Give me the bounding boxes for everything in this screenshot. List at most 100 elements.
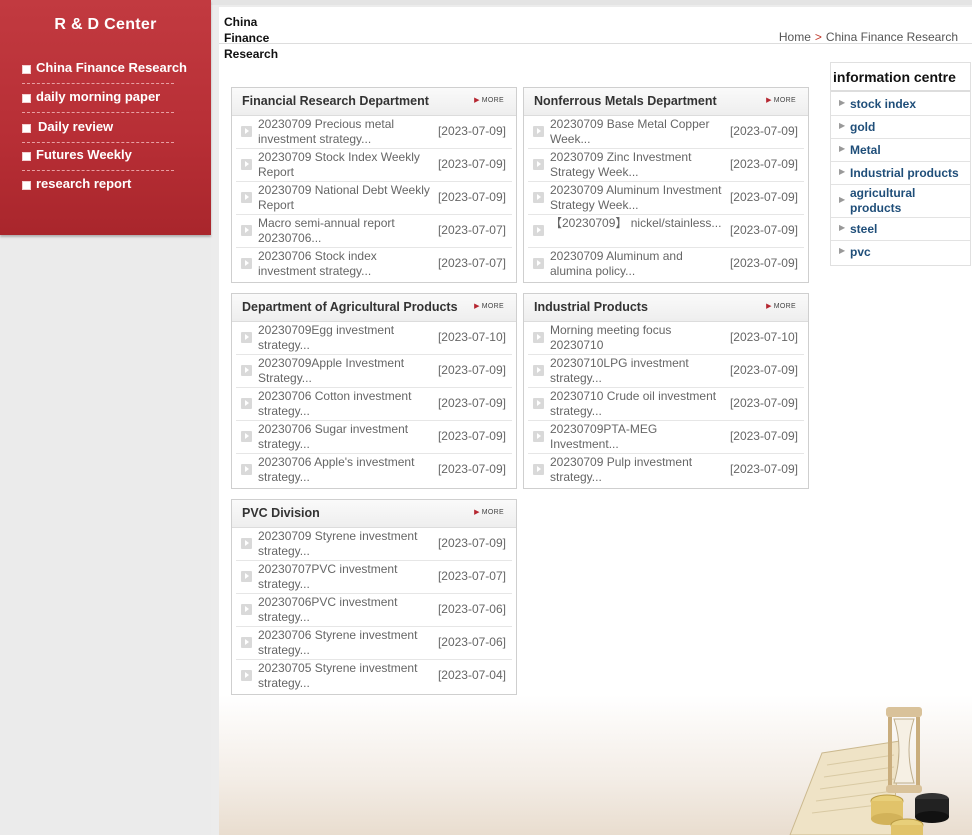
info-item-label: agricultural products — [850, 186, 916, 215]
item-title: 20230710LPG investment strategy... — [550, 356, 689, 385]
panel-title: PVC Division — [242, 506, 320, 520]
more-link[interactable]: ▶ MORE — [474, 96, 504, 104]
list-item[interactable]: 20230709 Aluminum and alumina policy... [… — [528, 248, 804, 280]
list-item[interactable]: 20230706PVC investment strategy... [2023-… — [236, 594, 512, 627]
sidebar-item-label: Futures Weekly — [36, 147, 132, 162]
more-link[interactable]: ▶ MORE — [474, 508, 504, 516]
info-centre-title: information centre — [833, 69, 956, 85]
item-date: [2023-07-07] — [437, 223, 506, 237]
list-item[interactable]: 20230707PVC investment strategy... [2023-… — [236, 561, 512, 594]
sidebar-item-china-finance-research[interactable]: China Finance Research — [22, 59, 187, 84]
item-title: 20230709 Aluminum Investment Strategy We… — [550, 183, 722, 212]
list-item[interactable]: 20230709 Base Metal Copper Week... [2023-… — [528, 116, 804, 149]
item-title: 20230709Egg investment strategy... — [258, 323, 395, 352]
more-link[interactable]: ▶ MORE — [474, 302, 504, 310]
list-item[interactable]: 20230709Egg investment strategy... [2023-… — [236, 322, 512, 355]
triangle-right-icon: ▶ — [474, 509, 480, 516]
sidebar-item-daily-review[interactable]: Daily review — [22, 118, 174, 143]
list-item[interactable]: 20230709Apple Investment Strategy... [202… — [236, 355, 512, 388]
item-title: 20230706PVC investment strategy... — [258, 595, 398, 624]
list-item[interactable]: Morning meeting focus 20230710 [2023-07-1… — [528, 322, 804, 355]
item-date: [2023-07-07] — [437, 256, 506, 270]
site-brand[interactable]: China Finance Research — [224, 14, 284, 62]
panel-header: Department of Agricultural Products ▶ MOR… — [232, 294, 516, 322]
list-item[interactable]: 20230709 Zinc Investment Strategy Week..… — [528, 149, 804, 182]
list-item[interactable]: 20230709 Stock Index Weekly Report [2023-… — [236, 149, 512, 182]
sidebar-item-label: Daily review — [38, 119, 114, 134]
list-item[interactable]: 20230706 Sugar investment strategy... [20… — [236, 421, 512, 454]
play-bullet-icon — [241, 126, 252, 137]
sidebar-title: R & D Center — [54, 16, 157, 33]
info-item-steel[interactable]: ▶ steel — [831, 218, 970, 241]
list-item[interactable]: 20230706 Styrene investment strategy... [… — [236, 627, 512, 660]
info-item-agricultural-products[interactable]: ▶ agricultural products — [831, 185, 970, 218]
sidebar-item-daily-morning-paper[interactable]: daily morning paper — [22, 88, 174, 113]
item-title: 20230709 Stock Index Weekly Report — [258, 150, 420, 179]
more-link[interactable]: ▶ MORE — [766, 96, 796, 104]
list-item[interactable]: 20230706 Apple's investment strategy... [… — [236, 454, 512, 486]
breadcrumb-home-link[interactable]: Home — [779, 30, 811, 44]
panel-agricultural-products: Department of Agricultural Products ▶ MOR… — [231, 293, 517, 489]
item-date: [2023-07-09] — [437, 429, 506, 443]
info-item-stock-index[interactable]: ▶ stock index — [831, 93, 970, 116]
play-bullet-icon — [533, 126, 544, 137]
item-date: [2023-07-09] — [729, 256, 798, 270]
list-item[interactable]: 20230705 Styrene investment strategy... [… — [236, 660, 512, 692]
item-title: Macro semi-annual report 20230706... — [258, 216, 395, 245]
list-item[interactable]: 20230706 Cotton investment strategy... [2… — [236, 388, 512, 421]
sidebar-item-label: daily morning paper — [36, 89, 161, 104]
item-title: Morning meeting focus 20230710 — [550, 323, 672, 352]
info-item-gold[interactable]: ▶ gold — [831, 116, 970, 139]
sidebar-item-research-report[interactable]: research report — [22, 175, 174, 199]
list-item[interactable]: 20230709PTA-MEG Investment... [2023-07-09… — [528, 421, 804, 454]
item-title: 20230705 Styrene investment strategy... — [258, 661, 418, 690]
hourglass-coins-illustration — [789, 707, 949, 835]
item-date: [2023-07-10] — [729, 330, 798, 344]
info-item-industrial-products[interactable]: ▶ Industrial products — [831, 162, 970, 185]
list-item[interactable]: 20230709 Styrene investment strategy... [… — [236, 528, 512, 561]
list-item[interactable]: 20230709 Aluminum Investment Strategy We… — [528, 182, 804, 215]
item-title: 20230709 Styrene investment strategy... — [258, 529, 418, 558]
item-title: 20230709 Base Metal Copper Week... — [550, 117, 710, 146]
list-item[interactable]: 20230709 Pulp investment strategy... [202… — [528, 454, 804, 486]
panel-title: Nonferrous Metals Department — [534, 94, 717, 108]
information-centre: information centre ▶ stock index ▶ gold … — [830, 62, 971, 266]
list-item[interactable]: 20230709 Precious metal investment strat… — [236, 116, 512, 149]
sidebar-item-futures-weekly[interactable]: Futures Weekly — [22, 146, 174, 171]
list-item[interactable]: 【20230709】 nickel/stainless... [2023-07-0… — [528, 215, 804, 248]
play-bullet-icon — [241, 159, 252, 170]
play-bullet-icon — [533, 159, 544, 170]
list-item[interactable]: 20230709 National Debt Weekly Report [202… — [236, 182, 512, 215]
sidebar-item-label: research report — [36, 176, 132, 191]
item-title: 【20230709】 nickel/stainless... — [550, 216, 722, 230]
info-item-label: steel — [850, 222, 878, 236]
list-item[interactable]: 20230710LPG investment strategy... [2023-… — [528, 355, 804, 388]
item-title: 20230709 Precious metal investment strat… — [258, 117, 395, 146]
item-date: [2023-07-07] — [437, 569, 506, 583]
triangle-right-icon: ▶ — [474, 97, 480, 104]
info-item-metal[interactable]: ▶ Metal — [831, 139, 970, 162]
list-item[interactable]: Macro semi-annual report 20230706... [202… — [236, 215, 512, 248]
square-bullet-icon — [22, 94, 31, 103]
item-date: [2023-07-09] — [729, 223, 798, 237]
more-link[interactable]: ▶ MORE — [766, 302, 796, 310]
item-date: [2023-07-09] — [437, 157, 506, 171]
panel-header: Industrial Products ▶ MORE — [524, 294, 808, 322]
item-title: 20230709Apple Investment Strategy... — [258, 356, 405, 385]
panel-title: Financial Research Department — [242, 94, 429, 108]
panel-title: Department of Agricultural Products — [242, 300, 458, 314]
panel-industrial-products: Industrial Products ▶ MORE Morning meetin… — [523, 293, 809, 489]
item-date: [2023-07-09] — [437, 462, 506, 476]
square-bullet-icon — [22, 181, 31, 190]
play-bullet-icon — [533, 225, 544, 236]
breadcrumb-current: China Finance Research — [825, 30, 958, 44]
list-item[interactable]: 20230710 Crude oil investment strategy..… — [528, 388, 804, 421]
item-date: [2023-07-04] — [437, 668, 506, 682]
triangle-right-icon: ▶ — [766, 97, 772, 104]
play-bullet-icon — [241, 225, 252, 236]
list-item[interactable]: 20230706 Stock index investment strategy… — [236, 248, 512, 280]
info-item-pvc[interactable]: ▶ pvc — [831, 241, 970, 263]
play-bullet-icon — [533, 192, 544, 203]
panel-title: Industrial Products — [534, 300, 648, 314]
item-date: [2023-07-06] — [437, 602, 506, 616]
